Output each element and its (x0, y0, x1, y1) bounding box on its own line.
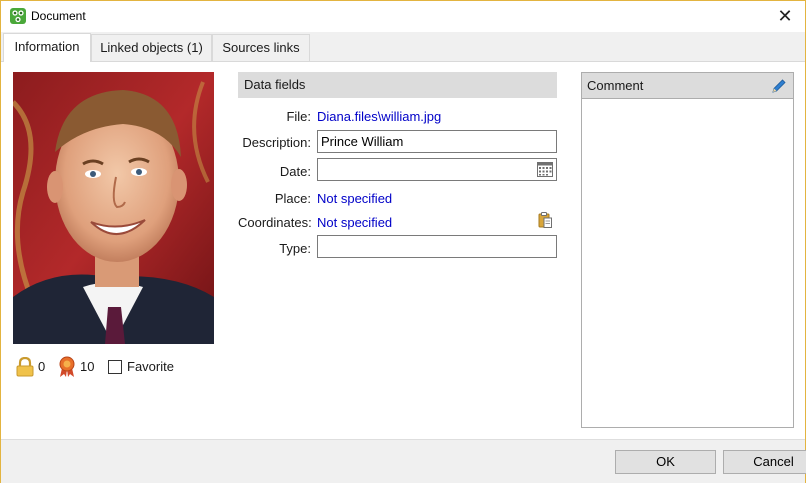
coordinates-link[interactable]: Not specified (317, 215, 392, 230)
place-label: Place: (274, 191, 311, 206)
app-icon (10, 8, 26, 24)
document-photo (13, 72, 214, 344)
ok-button[interactable]: OK (615, 450, 716, 474)
coordinates-label: Coordinates: (238, 215, 312, 230)
data-fields-header: Data fields (238, 72, 557, 98)
type-label: Type: (279, 241, 311, 256)
tab-sources-links[interactable]: Sources links (212, 34, 310, 61)
comment-header: Comment (582, 73, 793, 99)
portrait-image (13, 72, 214, 344)
title-bar: Document ✕ (1, 1, 805, 32)
place-link[interactable]: Not specified (317, 191, 392, 206)
comment-panel: Comment (581, 72, 794, 428)
window-title: Document (31, 9, 86, 23)
award-count: 10 (80, 359, 95, 374)
favorite-checkbox[interactable] (108, 360, 122, 374)
tab-information[interactable]: Information (3, 33, 91, 62)
comment-title: Comment (587, 78, 644, 93)
tab-linked-objects[interactable]: Linked objects (1) (91, 34, 212, 61)
type-input[interactable] (317, 235, 557, 258)
favorite-label: Favorite (127, 359, 174, 374)
pencil-icon[interactable] (771, 78, 787, 94)
dialog-footer: OK Cancel (1, 439, 806, 483)
paste-icon[interactable] (538, 212, 552, 228)
date-label: Date: (279, 164, 311, 179)
file-link[interactable]: Diana.files\william.jpg (317, 109, 441, 124)
lock-count: 0 (38, 359, 46, 374)
tab-strip: Information Linked objects (1) Sources l… (1, 32, 805, 62)
date-input[interactable] (317, 158, 557, 181)
close-icon[interactable]: ✕ (765, 1, 805, 32)
calendar-icon[interactable] (537, 162, 553, 177)
cancel-button[interactable]: Cancel (723, 450, 806, 474)
lock-icon (16, 357, 34, 377)
description-input[interactable]: Prince William (317, 130, 557, 153)
description-label: Description: (242, 135, 311, 150)
document-window: Document ✕ Information Linked objects (1… (0, 0, 806, 483)
award-icon (59, 356, 75, 377)
file-label: File: (286, 109, 311, 124)
